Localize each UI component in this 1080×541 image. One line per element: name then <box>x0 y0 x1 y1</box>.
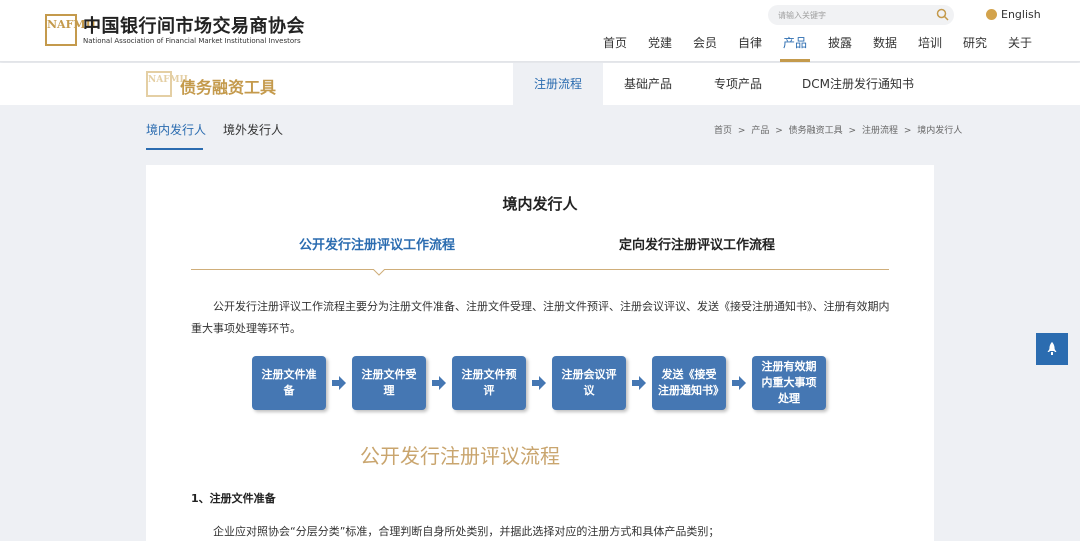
language-label: English <box>1001 7 1041 21</box>
tab-dcm-notice[interactable]: DCM注册发行通知书 <box>783 63 933 105</box>
nav-self-regulation[interactable]: 自律 <box>738 34 762 51</box>
arrow-right-icon <box>432 376 446 390</box>
issuer-active-indicator <box>146 148 203 150</box>
flow-step: 发送《接受注册通知书》 <box>652 356 726 410</box>
breadcrumb-separator: > <box>903 126 912 136</box>
site-header: NAFMII 中国银行间市场交易商协会 National Association… <box>0 0 1080 62</box>
product-title: 债务融资工具 <box>180 78 277 97</box>
breadcrumb-registration[interactable]: 注册流程 <box>862 126 898 136</box>
nav-research[interactable]: 研究 <box>963 34 987 51</box>
subsection-title: 1、注册文件准备 <box>191 492 276 505</box>
flow-step: 注册会议评议 <box>552 356 626 410</box>
flow-step: 注册文件准备 <box>252 356 326 410</box>
arrow-right-icon <box>632 376 646 390</box>
tab-registration-process[interactable]: 注册流程 <box>513 63 603 105</box>
tab-private-flow[interactable]: 定向发行注册评议工作流程 <box>619 234 775 253</box>
breadcrumb-home[interactable]: 首页 <box>714 126 732 136</box>
search-input[interactable] <box>778 9 928 21</box>
breadcrumb: 首页 > 产品 > 债务融资工具 > 注册流程 > 境内发行人 <box>714 123 965 136</box>
language-switch[interactable]: English <box>986 6 1041 22</box>
product-subheader: NAFMII 债务融资工具 注册流程 基础产品 专项产品 DCM注册发行通知书 <box>0 63 1080 105</box>
page-title: 境内发行人 <box>502 195 578 213</box>
tab-special-products[interactable]: 专项产品 <box>693 63 783 105</box>
content-card: 境内发行人 公开发行注册评议工作流程 定向发行注册评议工作流程 公开发行注册评议… <box>146 165 934 541</box>
nav-home[interactable]: 首页 <box>603 34 627 51</box>
breadcrumb-separator: > <box>775 126 783 136</box>
nav-disclosure[interactable]: 披露 <box>828 34 852 51</box>
tab-foreign-issuer[interactable]: 境外发行人 <box>223 121 283 138</box>
nav-active-indicator <box>780 59 810 62</box>
section-heading: 公开发行注册评议流程 <box>360 444 560 468</box>
intro-text: 公开发行注册评议工作流程主要分为注册文件准备、注册文件受理、注册文件预评、注册会… <box>191 300 890 335</box>
breadcrumb-separator: > <box>848 126 857 136</box>
arrow-right-icon <box>332 376 346 390</box>
nav-data[interactable]: 数据 <box>873 34 897 51</box>
breadcrumb-debt-instruments[interactable]: 债务融资工具 <box>789 126 843 136</box>
nav-training[interactable]: 培训 <box>918 34 942 51</box>
rocket-icon <box>1047 342 1057 355</box>
nav-party[interactable]: 党建 <box>648 34 672 51</box>
flow-step: 注册文件受理 <box>352 356 426 410</box>
main-nav: 首页 党建 会员 自律 产品 披露 数据 培训 研究 关于 <box>0 34 1080 62</box>
issuer-bar: 境内发行人 境外发行人 首页 > 产品 > 债务融资工具 > 注册流程 > 境内… <box>0 105 1080 150</box>
breadcrumb-products[interactable]: 产品 <box>751 126 769 136</box>
nav-about[interactable]: 关于 <box>1008 34 1032 51</box>
tab-public-flow[interactable]: 公开发行注册评议工作流程 <box>299 234 455 253</box>
flow-step: 注册文件预评 <box>452 356 526 410</box>
flow-step: 注册有效期内重大事项处理 <box>752 356 826 410</box>
caret-down-icon <box>373 269 385 276</box>
back-to-top-button[interactable] <box>1036 333 1068 365</box>
search-box <box>768 5 954 25</box>
body-paragraph: 企业应对照协会“分层分类”标准，合理判断自身所处类别，并据此选择对应的注册方式和… <box>213 525 720 538</box>
divider <box>191 269 889 270</box>
globe-icon <box>986 8 997 20</box>
arrow-right-icon <box>532 376 546 390</box>
tab-basic-products[interactable]: 基础产品 <box>603 63 693 105</box>
subheader-logo: NAFMII <box>146 71 188 97</box>
search-icon[interactable] <box>936 8 949 21</box>
breadcrumb-current: 境内发行人 <box>917 126 963 136</box>
arrow-right-icon <box>732 376 746 390</box>
nav-members[interactable]: 会员 <box>693 34 717 51</box>
breadcrumb-separator: > <box>737 126 746 136</box>
tab-domestic-issuer[interactable]: 境内发行人 <box>146 121 206 138</box>
nav-products[interactable]: 产品 <box>783 34 807 51</box>
